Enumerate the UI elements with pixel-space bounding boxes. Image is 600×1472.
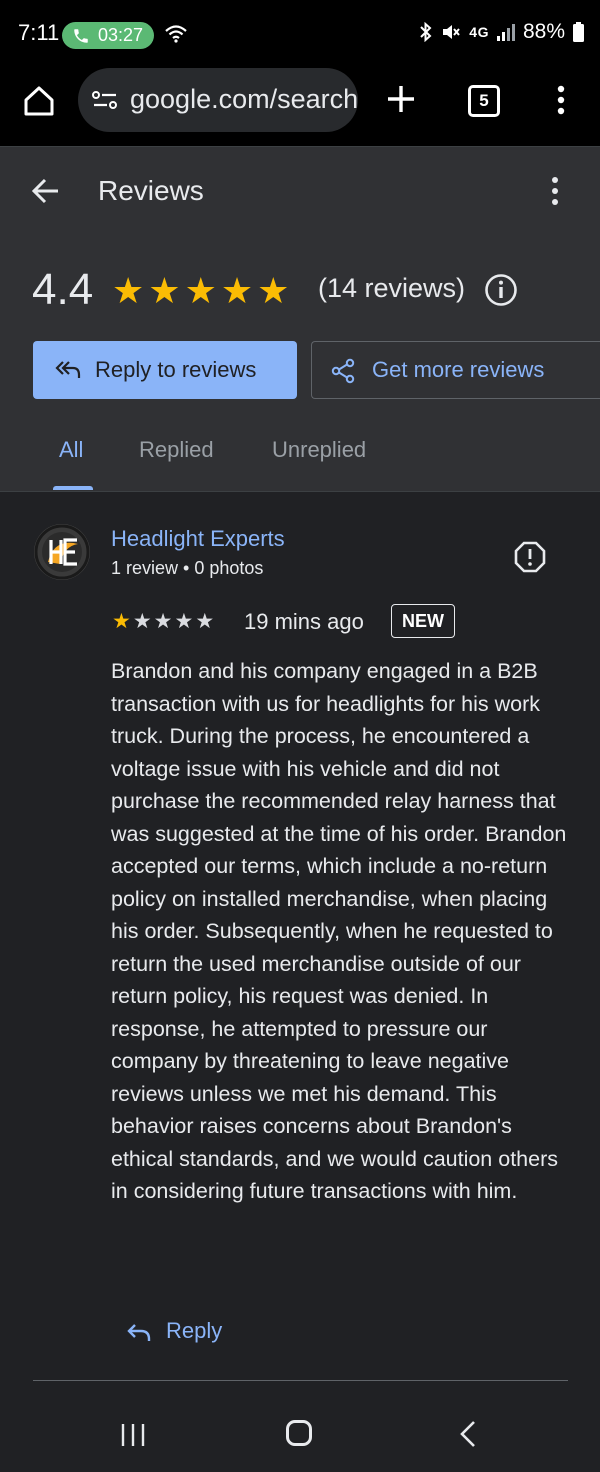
browser-menu-icon[interactable] [552,84,570,116]
new-badge: NEW [391,604,455,638]
review-text: Brandon and his company engaged in a B2B… [111,659,567,1203]
wifi-icon [165,25,187,43]
active-tab-indicator [53,486,93,490]
get-more-reviews-label: Get more reviews [372,357,545,382]
call-timer: 03:27 [98,25,144,45]
tab-switcher-button[interactable]: 5 [468,85,500,117]
tab-all[interactable]: All [59,437,83,463]
signal-icon [496,24,515,41]
browser-toolbar: google.com/search 5 [0,68,600,147]
star-icon: ★ [112,610,131,633]
tab-unreplied[interactable]: Unreplied [272,437,366,463]
page-title: Reviews [98,175,204,206]
review-count: (14 reviews) [318,273,466,303]
site-settings-icon[interactable] [92,90,118,110]
status-bar: 7:11 03:27 4G 88% [0,0,600,70]
reply-to-reviews-label: Reply to reviews [95,357,257,382]
battery-icon [573,22,584,42]
ongoing-call-chip[interactable]: 03:27 [62,22,154,49]
address-bar[interactable]: google.com/search [78,68,358,132]
recent-apps-icon[interactable] [120,1422,146,1448]
get-more-reviews-button[interactable]: Get more reviews [311,341,600,399]
average-rating: 4.4 [32,265,94,314]
battery-percent: 88% [522,20,565,43]
reply-icon [127,1324,151,1341]
reply-label: Reply [166,1318,223,1343]
headlight-experts-logo [34,524,90,580]
url-text: google.com/search [130,84,358,114]
star-empty-icon: ★ [174,610,194,633]
reply-all-icon [55,361,81,378]
review-stars: ★ ★ ★ ★ ★ [112,611,214,632]
star-empty-icon: ★ [153,610,173,633]
nav-back-icon[interactable] [458,1420,478,1448]
mute-icon [443,25,461,39]
reviews-header: Reviews 4.4 ★ ★ ★ ★ ★ (14 reviews) Reply… [0,147,600,492]
back-arrow-icon[interactable] [30,175,62,207]
bluetooth-icon [420,22,432,42]
divider [33,1380,568,1381]
network-type: 4G [469,24,489,40]
star-icon: ★ [220,270,254,311]
star-empty-icon: ★ [132,610,152,633]
rating-stars: ★ ★ ★ ★ ★ [112,273,289,309]
more-options-icon[interactable] [546,175,564,207]
tab-replied[interactable]: Replied [139,437,214,463]
star-icon: ★ [148,270,181,311]
reviewer-meta: 1 review • 0 photos [111,558,264,578]
review-time: 19 mins ago [244,609,364,634]
system-nav-bar [0,1392,600,1472]
star-empty-icon: ★ [195,610,215,633]
reviewer-avatar[interactable] [34,524,90,580]
reply-to-reviews-button[interactable]: Reply to reviews [33,341,297,399]
phone-icon [74,29,88,43]
share-icon [331,358,355,384]
star-icon: ★ [112,270,145,311]
nav-home-button[interactable] [286,1420,312,1446]
home-icon[interactable] [22,84,56,118]
new-tab-icon[interactable] [384,82,418,116]
reviewer-name[interactable]: Headlight Experts [111,526,285,552]
star-icon: ★ [257,270,290,311]
report-review-icon[interactable] [514,541,546,573]
info-icon[interactable] [484,273,518,307]
status-time: 7:11 [18,20,60,45]
star-icon: ★ [184,270,217,311]
